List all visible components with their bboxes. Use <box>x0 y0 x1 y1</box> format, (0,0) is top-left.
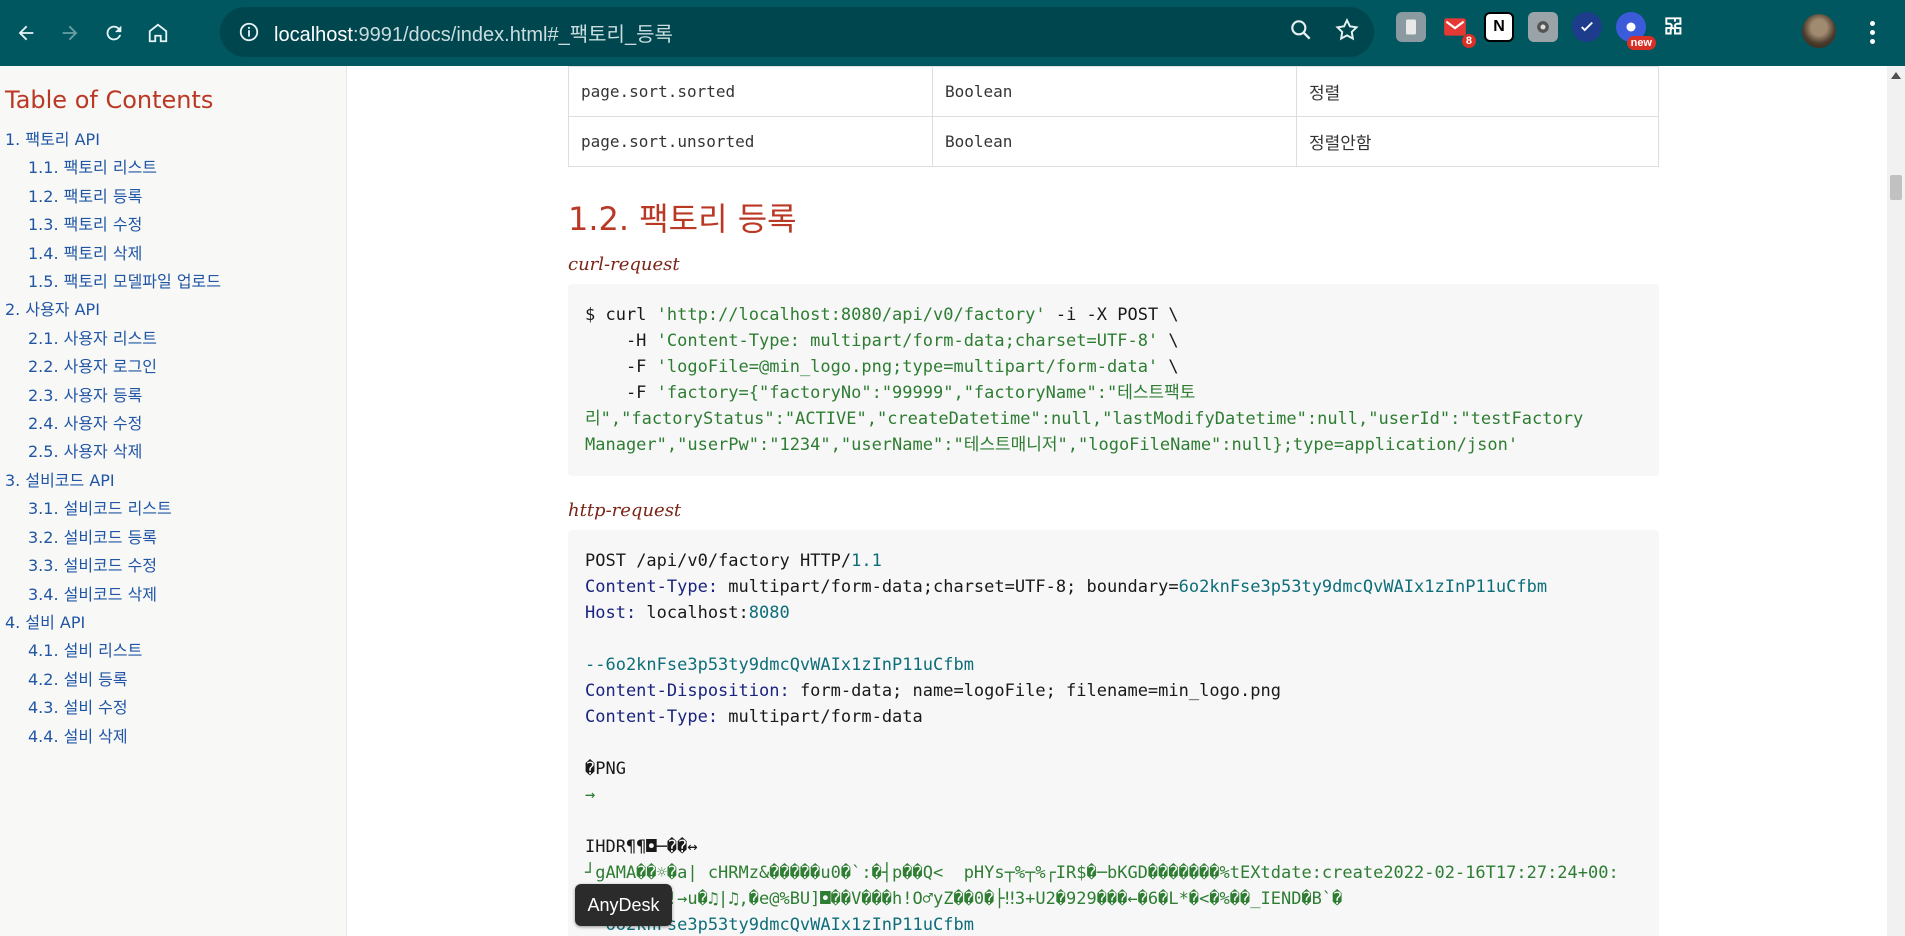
home-icon <box>148 23 168 43</box>
extension-new-icon[interactable]: new <box>1616 12 1656 50</box>
profile-avatar[interactable] <box>1802 14 1836 48</box>
section-heading: 1.2. 팩토리 등록 <box>568 200 797 238</box>
reload-button[interactable] <box>96 15 132 51</box>
mail-badge: 8 <box>1461 34 1476 48</box>
url-host: localhost <box>274 23 353 46</box>
table-of-contents: Table of Contents 1. 팩토리 API 1.1. 팩토리 리스트… <box>0 66 347 936</box>
toc-item[interactable]: 4.4. 설비 삭제 <box>5 723 346 751</box>
extension-notion-icon[interactable]: N <box>1484 12 1514 42</box>
extensions-puzzle-icon[interactable] <box>1660 12 1690 42</box>
toc-item[interactable]: 2. 사용자 API <box>5 296 346 324</box>
anydesk-tooltip: AnyDesk <box>575 884 672 926</box>
response-fields-table: page.sort.sorted Boolean 정렬 page.sort.un… <box>568 66 1659 167</box>
table-row: page.sort.sorted Boolean 정렬 <box>568 66 1659 117</box>
browser-toolbar: localhost:9991/docs/index.html#_팩토리_등록 8… <box>0 0 1905 66</box>
table-row: page.sort.unsorted Boolean 정렬안함 <box>568 116 1659 167</box>
site-info-icon[interactable] <box>234 17 264 47</box>
toc-item[interactable]: 4.1. 설비 리스트 <box>5 637 346 665</box>
toc-item[interactable]: 3. 설비코드 API <box>5 467 346 495</box>
toc-list: 1. 팩토리 API 1.1. 팩토리 리스트 1.2. 팩토리 등록 1.3. 팩토… <box>5 126 346 751</box>
toc-item[interactable]: 2.3. 사용자 등록 <box>5 382 346 410</box>
extension-mail-icon[interactable]: 8 <box>1440 12 1476 48</box>
toc-item[interactable]: 3.1. 설비코드 리스트 <box>5 495 346 523</box>
toc-item[interactable]: 2.4. 사용자 수정 <box>5 410 346 438</box>
url-path: :9991/docs/index.html#_팩토리_등록 <box>352 23 673 46</box>
toc-item[interactable]: 1.4. 팩토리 삭제 <box>5 240 346 268</box>
url-text[interactable]: localhost:9991/docs/index.html#_팩토리_등록 <box>274 18 673 47</box>
toc-item[interactable]: 2.5. 사용자 삭제 <box>5 438 346 466</box>
toc-item[interactable]: 4.2. 설비 등록 <box>5 666 346 694</box>
extension-phone-icon[interactable] <box>1396 12 1426 42</box>
table-cell-path: page.sort.sorted <box>568 66 933 117</box>
toc-item[interactable]: 3.3. 설비코드 수정 <box>5 552 346 580</box>
extension-screen-icon[interactable] <box>1528 12 1558 42</box>
http-request-code: POST /api/v0/factory HTTP/1.1 Content-Typ… <box>568 530 1659 936</box>
table-cell-description: 정렬 <box>1296 66 1659 117</box>
extension-check-icon[interactable] <box>1572 12 1602 42</box>
toc-item[interactable]: 4. 설비 API <box>5 609 346 637</box>
bookmark-star-icon[interactable] <box>1334 17 1360 43</box>
toc-item[interactable]: 1. 팩토리 API <box>5 126 346 154</box>
toc-title: Table of Contents <box>5 86 214 114</box>
table-cell-description: 정렬안함 <box>1296 116 1659 167</box>
curl-request-code: $ curl 'http://localhost:8080/api/v0/fac… <box>568 284 1659 476</box>
scrollbar-thumb[interactable] <box>1890 175 1902 200</box>
address-bar[interactable]: localhost:9991/docs/index.html#_팩토리_등록 <box>220 7 1374 57</box>
toc-item[interactable]: 3.4. 설비코드 삭제 <box>5 581 346 609</box>
toc-item[interactable]: 4.3. 설비 수정 <box>5 694 346 722</box>
scroll-up-icon[interactable] <box>1891 72 1901 79</box>
toc-item[interactable]: 2.2. 사용자 로그인 <box>5 353 346 381</box>
toc-item[interactable]: 1.1. 팩토리 리스트 <box>5 154 346 182</box>
toc-item[interactable]: 1.5. 팩토리 모델파일 업로드 <box>5 268 346 296</box>
toc-item[interactable]: 1.2. 팩토리 등록 <box>5 183 346 211</box>
table-cell-type: Boolean <box>932 116 1297 167</box>
forward-button[interactable] <box>52 15 88 51</box>
arrow-left-icon <box>18 25 34 41</box>
http-request-label: http-request <box>568 500 682 521</box>
arrow-right-icon <box>62 25 78 41</box>
reload-icon <box>106 25 122 41</box>
toc-item[interactable]: 3.2. 설비코드 등록 <box>5 524 346 552</box>
back-button[interactable] <box>8 15 44 51</box>
page-scrollbar[interactable] <box>1887 66 1905 936</box>
home-button[interactable] <box>140 15 176 51</box>
table-cell-path: page.sort.unsorted <box>568 116 933 167</box>
new-badge: new <box>1626 36 1656 50</box>
zoom-icon[interactable] <box>1288 17 1314 43</box>
curl-request-label: curl-request <box>568 254 680 275</box>
browser-menu-icon[interactable] <box>1862 16 1882 48</box>
table-cell-type: Boolean <box>932 66 1297 117</box>
toc-item[interactable]: 2.1. 사용자 리스트 <box>5 325 346 353</box>
toc-item[interactable]: 1.3. 팩토리 수정 <box>5 211 346 239</box>
